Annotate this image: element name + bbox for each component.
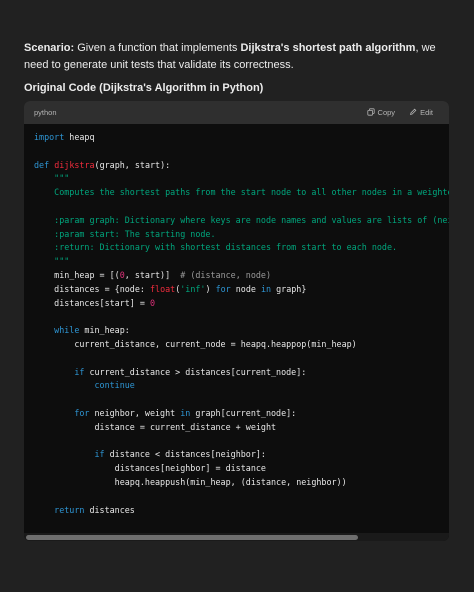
code-line: for neighbor, weight in graph[current_no… xyxy=(34,407,449,421)
code-token: node xyxy=(230,283,261,294)
code-line: min_heap = [(0, start)] # (distance, nod… xyxy=(34,269,449,283)
code-line: """ xyxy=(34,172,449,186)
code-block: python Copy Edit import heapq def dijkstr… xyxy=(24,101,449,541)
code-token: """ xyxy=(34,256,70,267)
code-token: Computes the shortest paths from the sta… xyxy=(34,187,449,198)
scenario-label: Scenario: xyxy=(24,42,75,54)
code-token: current_distance, current_node = heapq.h… xyxy=(34,338,357,349)
code-token: return xyxy=(34,504,85,515)
code-line: """ xyxy=(34,255,449,269)
section-heading: Original Code (Dijkstra's Algorithm in P… xyxy=(24,82,264,94)
code-token: min_heap: xyxy=(79,325,130,336)
code-token: continue xyxy=(34,380,135,391)
code-token: min_heap = [( xyxy=(34,269,120,280)
code-line: if current_distance > distances[current_… xyxy=(34,366,449,380)
code-line: continue xyxy=(34,379,449,393)
code-language-label: python xyxy=(34,108,57,117)
code-token: :param start: The starting node. xyxy=(34,228,216,239)
copy-icon xyxy=(366,107,375,118)
code-content[interactable]: import heapq def dijkstra(graph, start): … xyxy=(24,124,449,526)
code-token: distance < distances[neighbor]: xyxy=(104,449,266,460)
code-line: :param graph: Dictionary where keys are … xyxy=(34,214,449,228)
scenario-text-before: Given a function that implements xyxy=(74,42,241,54)
code-token: for xyxy=(215,283,231,294)
code-token: # (distance, node) xyxy=(180,269,271,280)
code-token: """ xyxy=(34,173,70,184)
scenario-paragraph: Scenario: Given a function that implemen… xyxy=(24,40,454,74)
code-line: while min_heap: xyxy=(34,324,449,338)
code-token: :return: Dictionary with shortest distan… xyxy=(34,242,398,253)
code-token: 'inf' xyxy=(180,283,206,294)
code-line: distances[start] = 0 xyxy=(34,297,449,311)
code-header-actions: Copy Edit xyxy=(366,107,433,118)
code-token: if xyxy=(34,449,105,460)
code-header: python Copy Edit xyxy=(24,101,449,124)
scenario-bold-term: Dijkstra's shortest path algorithm xyxy=(240,42,416,54)
code-line: :param start: The starting node. xyxy=(34,228,449,242)
copy-label: Copy xyxy=(377,108,396,117)
code-token: distances = {node: xyxy=(34,283,150,294)
code-line: distance = current_distance + weight xyxy=(34,421,449,435)
edit-icon xyxy=(409,108,417,118)
code-token: in xyxy=(260,283,272,294)
copy-button[interactable]: Copy xyxy=(366,107,396,118)
edit-button[interactable]: Edit xyxy=(409,108,433,118)
code-token: for xyxy=(34,407,90,418)
code-line: Computes the shortest paths from the sta… xyxy=(34,186,449,200)
code-token: if xyxy=(34,366,85,377)
code-token: float xyxy=(149,283,176,294)
code-token: current_distance > distances[current_nod… xyxy=(84,366,307,377)
edit-label: Edit xyxy=(420,108,433,117)
code-line: import heapq xyxy=(34,131,449,145)
code-line: heapq.heappush(min_heap, (distance, neig… xyxy=(34,476,449,490)
chat-message: Scenario: Given a function that implemen… xyxy=(0,0,474,592)
code-token: 0 xyxy=(149,297,156,308)
code-token: heapq xyxy=(64,132,95,142)
code-token: dijkstra xyxy=(54,159,95,170)
horizontal-scrollbar[interactable] xyxy=(24,533,449,541)
code-token: distance = current_distance + weight xyxy=(34,421,277,432)
code-token: while xyxy=(34,325,80,336)
code-token: ) xyxy=(205,283,216,294)
code-token: import xyxy=(34,132,65,142)
code-token: :param graph: Dictionary where keys are … xyxy=(54,214,449,225)
scrollbar-thumb[interactable] xyxy=(26,535,358,540)
code-token: distances[neighbor] = distance xyxy=(34,463,266,474)
code-token: distances xyxy=(84,504,135,515)
code-token: neighbor, weight xyxy=(89,407,181,418)
code-token: def xyxy=(34,159,50,170)
code-token: graph[current_node]: xyxy=(190,407,297,418)
code-token: distances[start] = xyxy=(34,297,150,308)
code-line: if distance < distances[neighbor]: xyxy=(34,448,449,462)
code-line: distances[neighbor] = distance xyxy=(34,462,449,476)
code-line: distances = {node: float('inf') for node… xyxy=(34,283,449,297)
code-line: def dijkstra(graph, start): xyxy=(34,159,449,173)
code-token: , start)] xyxy=(124,269,181,280)
code-line: return distances xyxy=(34,504,449,518)
code-token: graph} xyxy=(271,283,307,294)
code-line: current_distance, current_node = heapq.h… xyxy=(34,338,449,352)
code-token: (graph, start): xyxy=(94,159,171,170)
code-line: :return: Dictionary with shortest distan… xyxy=(34,241,449,255)
code-token: in xyxy=(180,407,191,418)
code-token: heapq.heappush(min_heap, (distance, neig… xyxy=(34,476,347,487)
